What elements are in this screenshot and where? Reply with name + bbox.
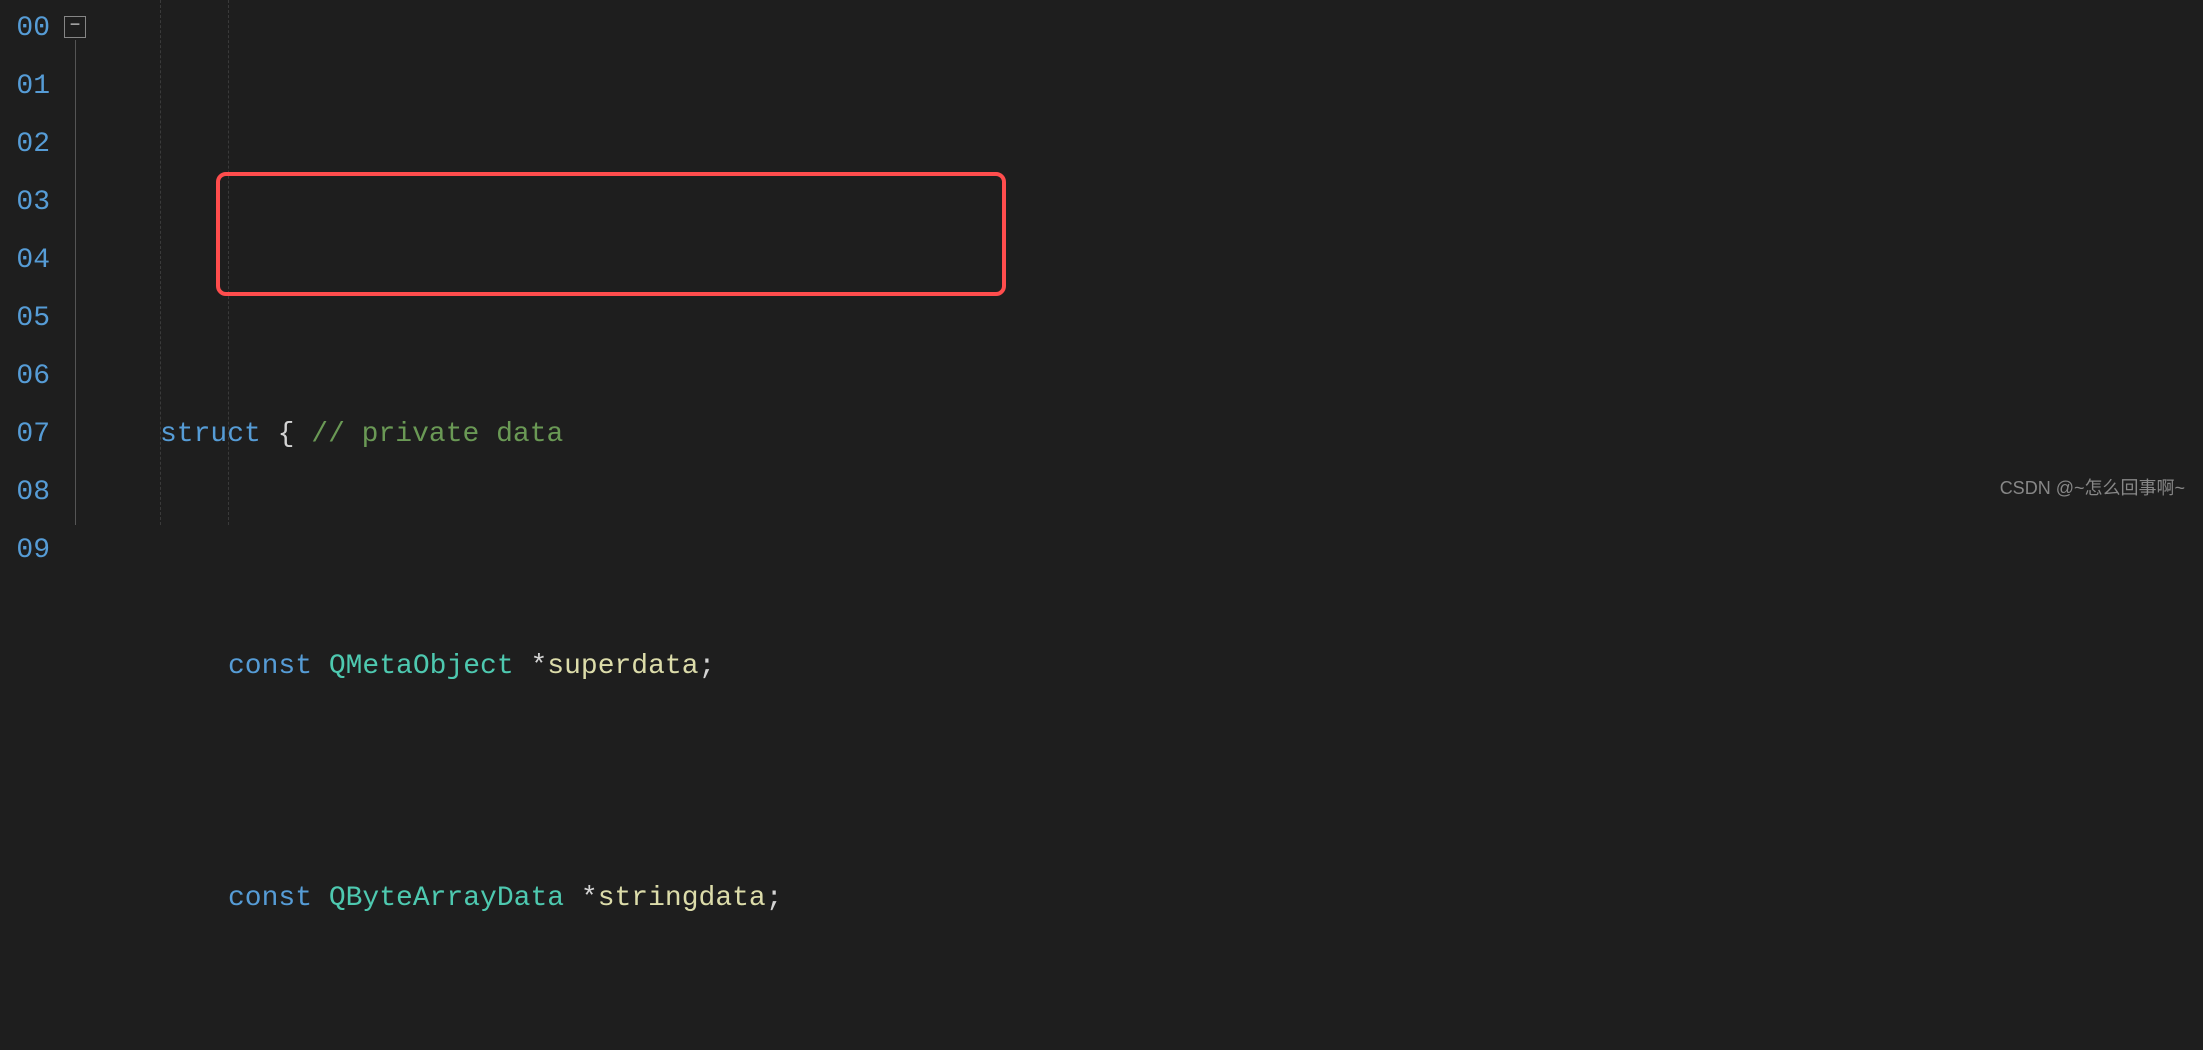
line-number: 04 bbox=[0, 232, 50, 290]
line-number: 07 bbox=[0, 406, 50, 464]
line-number: 08 bbox=[0, 464, 50, 522]
line-number: 03 bbox=[0, 174, 50, 232]
code-editor: 00 01 02 03 04 05 06 07 08 09 − struct {… bbox=[0, 0, 2203, 525]
fold-collapse-icon[interactable]: − bbox=[64, 16, 86, 38]
fold-guide-line bbox=[75, 40, 76, 525]
keyword-const: const bbox=[228, 651, 312, 682]
type-name: QMetaObject bbox=[329, 651, 514, 682]
fold-column: − bbox=[58, 0, 100, 525]
watermark-text: CSDN @~怎么回事啊~ bbox=[2000, 459, 2185, 517]
semicolon: ; bbox=[699, 651, 716, 682]
code-line: const QByteArrayData *stringdata; bbox=[100, 870, 2203, 928]
line-number-gutter: 00 01 02 03 04 05 06 07 08 09 bbox=[0, 0, 58, 525]
type-name: QByteArrayData bbox=[329, 883, 564, 914]
keyword-const: const bbox=[228, 883, 312, 914]
code-area[interactable]: struct { // private data const QMetaObje… bbox=[100, 0, 2203, 525]
line-number: 00 bbox=[0, 0, 50, 58]
line-number: 01 bbox=[0, 58, 50, 116]
keyword-struct: struct bbox=[160, 419, 261, 450]
line-number: 09 bbox=[0, 522, 50, 580]
line-number: 02 bbox=[0, 116, 50, 174]
annotation-highlight-box bbox=[216, 172, 1006, 296]
line-number: 06 bbox=[0, 348, 50, 406]
comment: // private data bbox=[311, 419, 563, 450]
code-line: const QMetaObject *superdata; bbox=[100, 638, 2203, 696]
code-line: struct { // private data bbox=[100, 406, 2203, 464]
identifier: superdata bbox=[547, 651, 698, 682]
identifier: stringdata bbox=[598, 883, 766, 914]
brace-open: { bbox=[278, 419, 295, 450]
operator-star: * bbox=[530, 651, 547, 682]
semicolon: ; bbox=[766, 883, 783, 914]
operator-star: * bbox=[581, 883, 598, 914]
line-number: 05 bbox=[0, 290, 50, 348]
